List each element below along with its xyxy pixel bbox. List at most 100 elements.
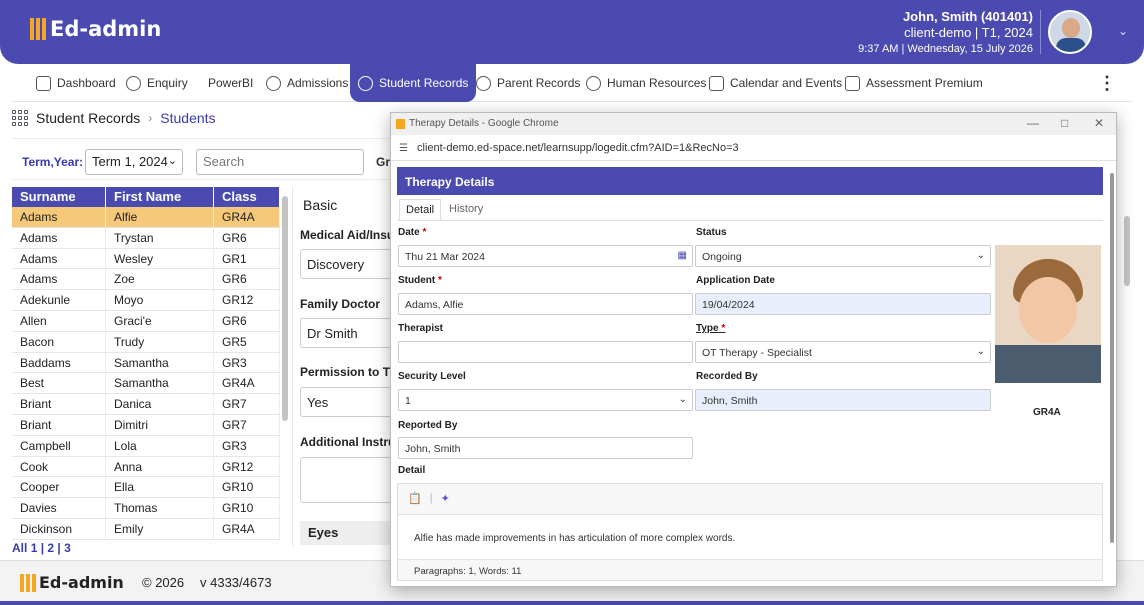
date-field[interactable]: Thu 21 Mar 2024 ▦ (398, 245, 693, 267)
permission-label: Permission to Tr (300, 365, 395, 379)
class-cell: GR7 (214, 394, 280, 414)
more-menu-icon[interactable]: ⋮ (1098, 73, 1116, 94)
detail-label: Detail (398, 465, 426, 476)
student-icon (358, 75, 373, 91)
nav-calendar[interactable]: Calendar and Events (709, 64, 842, 102)
pager-3[interactable]: 3 (64, 541, 71, 555)
application-date-field[interactable]: 19/04/2024 (695, 293, 991, 315)
search-input[interactable]: Search (196, 149, 364, 175)
chevron-down-icon[interactable]: ⌄ (1118, 24, 1128, 38)
tab-history[interactable]: History (443, 199, 489, 221)
class-cell: GR4A (214, 518, 280, 539)
table-row[interactable]: Dickinson Emily GR4A (12, 518, 280, 540)
table-row[interactable]: Adams Wesley GR1 (12, 248, 280, 270)
window-titlebar[interactable]: Therapy Details - Google Chrome — □ ✕ (391, 113, 1116, 135)
class-cell: GR5 (214, 331, 280, 352)
col-surname[interactable]: Surname (12, 187, 106, 207)
security-select[interactable]: 1 ⌄ (398, 389, 693, 411)
table-row[interactable]: Adams Alfie GR4A (12, 207, 280, 228)
first-name-cell: Wesley (106, 248, 214, 269)
maximize-icon[interactable]: □ (1061, 116, 1068, 130)
nav-label: Dashboard (57, 76, 116, 90)
first-name-cell: Danica (106, 394, 214, 414)
class-cell: GR10 (214, 477, 280, 498)
detail-text[interactable]: Alfie has made improvements in has artic… (398, 514, 1102, 560)
table-row[interactable]: Adekunle Moyo GR12 (12, 290, 280, 311)
date-label: Date * (398, 227, 427, 238)
therapist-field[interactable] (398, 341, 693, 363)
tab-detail[interactable]: Detail (399, 199, 442, 221)
class-cell: GR6 (214, 310, 280, 331)
pager-1[interactable]: 1 (31, 541, 38, 555)
table-row[interactable]: Adams Trystan GR6 (12, 227, 280, 249)
class-cell: GR10 (214, 498, 280, 518)
nav-label: PowerBI (208, 76, 254, 90)
table-scrollbar[interactable] (282, 196, 288, 421)
pager-all[interactable]: All (12, 541, 27, 555)
status-value: Ongoing (702, 251, 742, 263)
table-row[interactable]: Davies Thomas GR10 (12, 498, 280, 519)
avatar[interactable] (1048, 10, 1092, 54)
breadcrumb-current[interactable]: Students (160, 110, 215, 126)
dashboard-icon (36, 75, 51, 91)
window-scrollbar[interactable] (1110, 173, 1114, 543)
nav-label: Human Resources (607, 76, 707, 90)
hr-icon (586, 75, 601, 91)
col-class[interactable]: Class (214, 187, 280, 207)
page-scrollbar[interactable] (1124, 216, 1130, 286)
nav-assessment[interactable]: Assessment Premium (845, 64, 983, 102)
table-row[interactable]: Briant Danica GR7 (12, 394, 280, 415)
nav-human-resources[interactable]: Human Resources (586, 64, 706, 102)
medical-label: Medical Aid/Insu (300, 228, 395, 242)
table-row[interactable]: Cook Anna GR12 (12, 456, 280, 478)
paste-icon[interactable]: 📋 (408, 492, 422, 505)
first-name-cell: Samantha (106, 373, 214, 394)
table-row[interactable]: Campbell Lola GR3 (12, 435, 280, 457)
minimize-icon[interactable]: — (1027, 116, 1039, 130)
table-row[interactable]: Best Samantha GR4A (12, 373, 280, 395)
breadcrumb-root[interactable]: Student Records (36, 110, 140, 126)
class-cell: GR7 (214, 414, 280, 435)
therapy-form: Therapy Details Detail History Date * Th… (397, 167, 1103, 581)
type-select[interactable]: OT Therapy - Specialist ⌄ (695, 341, 991, 363)
term-select[interactable]: Term 1, 2024 ⌄ (85, 149, 183, 175)
nav-label: Assessment Premium (866, 76, 983, 90)
security-label: Security Level (398, 371, 466, 382)
nav-admissions[interactable]: Admissions (266, 64, 348, 102)
table-row[interactable]: Briant Dimitri GR7 (12, 414, 280, 436)
pager-2[interactable]: 2 (47, 541, 54, 555)
status-select[interactable]: Ongoing ⌄ (695, 245, 991, 267)
footer-bar (0, 601, 1144, 605)
nav-student-records[interactable]: Student Records (350, 64, 477, 102)
col-first-name[interactable]: First Name (106, 187, 214, 207)
nav-enquiry[interactable]: Enquiry (126, 64, 188, 102)
footer-logo: Ed-admin (20, 573, 124, 592)
favicon-icon (396, 119, 405, 129)
term-select-value: Term 1, 2024 (92, 154, 168, 169)
close-icon[interactable]: ✕ (1094, 116, 1104, 130)
nav-label: Enquiry (147, 76, 188, 90)
nav-parent-records[interactable]: Parent Records (476, 64, 580, 102)
nav-dashboard[interactable]: Dashboard (36, 64, 116, 102)
logo-icon (30, 18, 46, 40)
calendar-icon[interactable]: ▦ (678, 250, 687, 261)
recorded-by-field[interactable]: John, Smith (695, 389, 991, 411)
table-row[interactable]: Cooper Ella GR10 (12, 477, 280, 499)
site-settings-icon[interactable]: ☰ (399, 143, 408, 154)
surname-cell: Cook (12, 456, 106, 477)
student-field[interactable]: Adams, Alfie (398, 293, 693, 315)
students-table: Surname First Name Class Adams Alfie GR4A A… (12, 187, 280, 540)
surname-cell: Campbell (12, 435, 106, 456)
table-row[interactable]: Baddams Samantha GR3 (12, 352, 280, 374)
table-row[interactable]: Bacon Trudy GR5 (12, 331, 280, 353)
nav-powerbi[interactable]: PowerBI (208, 64, 253, 102)
grid-icon[interactable] (12, 110, 28, 126)
ai-sparkle-icon[interactable]: ✦ (441, 492, 450, 505)
first-name-cell: Dimitri (106, 414, 214, 435)
nav-label: Student Records (379, 76, 469, 90)
address-bar[interactable]: ☰ client-demo.ed-space.net/learnsupp/log… (391, 135, 1116, 161)
app-logo[interactable]: Ed-admin (30, 17, 161, 41)
reported-by-field[interactable]: John, Smith (398, 437, 693, 459)
table-row[interactable]: Allen Graci'e GR6 (12, 310, 280, 332)
table-row[interactable]: Adams Zoe GR6 (12, 269, 280, 291)
